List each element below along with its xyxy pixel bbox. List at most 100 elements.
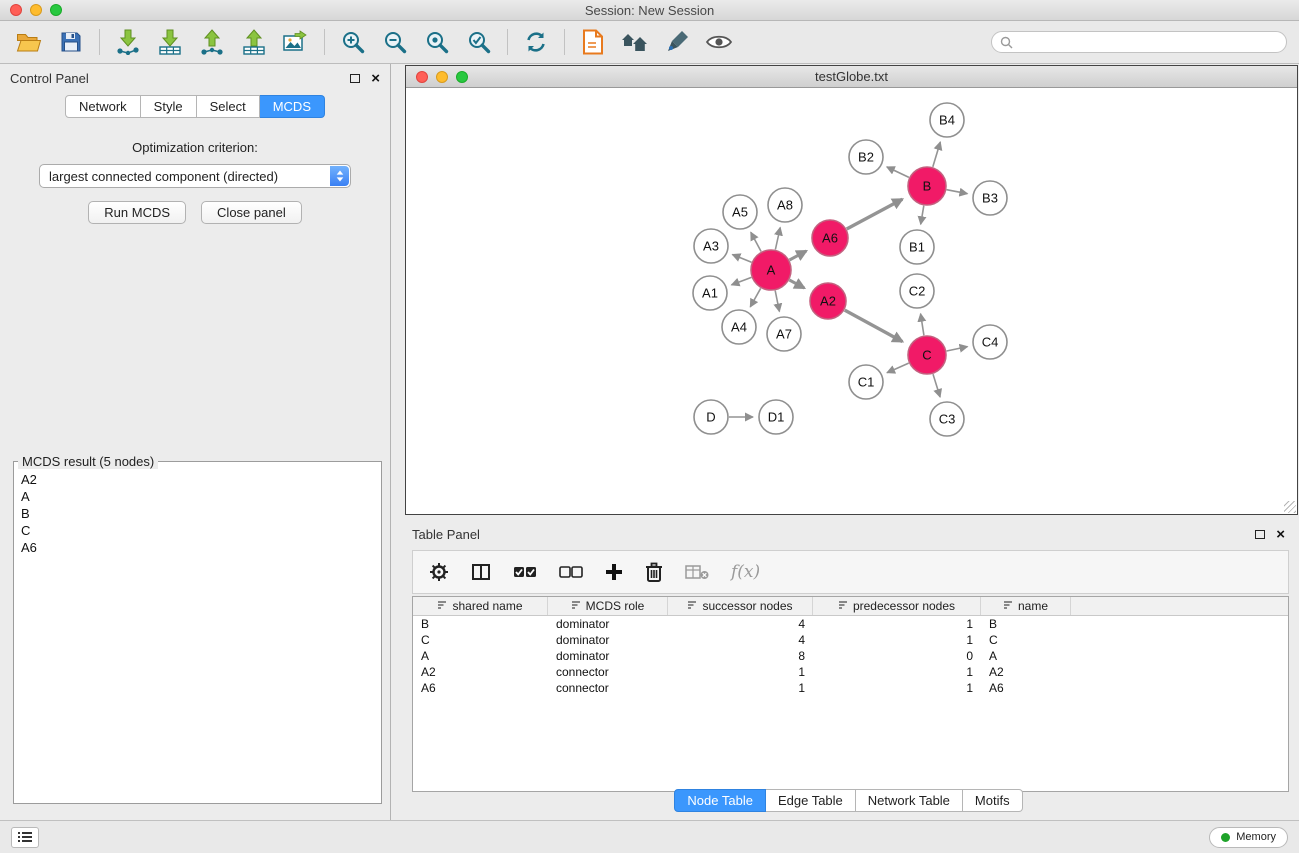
tab-edge-table[interactable]: Edge Table: [766, 789, 856, 812]
task-history-button[interactable]: [11, 827, 39, 848]
edge-C-C1[interactable]: [887, 363, 909, 373]
toolbar-search[interactable]: [991, 31, 1287, 53]
open-document-button[interactable]: [572, 24, 614, 60]
close-panel-button[interactable]: Close panel: [201, 201, 302, 224]
table-cell[interactable]: B: [981, 617, 1071, 631]
table-cell[interactable]: A2: [981, 665, 1071, 679]
node-A6[interactable]: A6: [812, 220, 848, 256]
node-C1[interactable]: C1: [849, 365, 883, 399]
mcds-result-item[interactable]: C: [14, 522, 381, 539]
export-table-button[interactable]: [233, 24, 275, 60]
edge-A-A8[interactable]: [775, 228, 780, 250]
table-settings-button[interactable]: [429, 562, 449, 582]
maximize-window-button[interactable]: [50, 4, 62, 16]
edge-B-B1[interactable]: [921, 206, 924, 225]
style-pen-button[interactable]: [656, 24, 698, 60]
import-table-button[interactable]: [149, 24, 191, 60]
search-input[interactable]: [1018, 35, 1278, 49]
node-C[interactable]: C: [908, 336, 946, 374]
mcds-result-item[interactable]: B: [14, 505, 381, 522]
table-cell[interactable]: 8: [668, 649, 813, 663]
table-cell[interactable]: 1: [813, 617, 981, 631]
zoom-selected-button[interactable]: [458, 24, 500, 60]
minimize-window-button[interactable]: [30, 4, 42, 16]
close-network-window-button[interactable]: [416, 71, 428, 83]
add-column-button[interactable]: [605, 563, 623, 581]
edge-A6-B[interactable]: [847, 199, 903, 229]
table-cell[interactable]: A6: [981, 681, 1071, 695]
edge-A-A4[interactable]: [750, 288, 760, 307]
delete-table-button[interactable]: [685, 564, 709, 580]
close-table-panel-icon[interactable]: ×: [1276, 527, 1285, 542]
table-row[interactable]: A2connector11A2: [413, 664, 1288, 680]
table-cell[interactable]: A: [413, 649, 548, 663]
close-window-button[interactable]: [10, 4, 22, 16]
deselect-all-button[interactable]: [559, 565, 583, 579]
node-B[interactable]: B: [908, 167, 946, 205]
node-A7[interactable]: A7: [767, 317, 801, 351]
zoom-out-button[interactable]: [374, 24, 416, 60]
node-B2[interactable]: B2: [849, 140, 883, 174]
open-session-button[interactable]: [8, 24, 50, 60]
network-canvas[interactable]: AA6A2BCB4B2B3B1A5A8A3A1A4A7C2C4C1C3DD1: [406, 88, 1297, 514]
zoom-in-button[interactable]: [332, 24, 374, 60]
node-C3[interactable]: C3: [930, 402, 964, 436]
minimize-network-window-button[interactable]: [436, 71, 448, 83]
table-cell[interactable]: dominator: [548, 617, 668, 631]
run-mcds-button[interactable]: Run MCDS: [88, 201, 186, 224]
table-cell[interactable]: connector: [548, 681, 668, 695]
tab-mcds[interactable]: MCDS: [260, 95, 325, 118]
column-header-shared-name[interactable]: shared name: [413, 597, 548, 615]
node-B4[interactable]: B4: [930, 103, 964, 137]
column-header-successor-nodes[interactable]: successor nodes: [668, 597, 813, 615]
export-image-button[interactable]: [275, 24, 317, 60]
table-cell[interactable]: C: [981, 633, 1071, 647]
edge-C-C3[interactable]: [933, 374, 940, 397]
tab-network[interactable]: Network: [65, 95, 141, 118]
table-cell[interactable]: connector: [548, 665, 668, 679]
table-cell[interactable]: 1: [813, 681, 981, 695]
edge-A-A1[interactable]: [732, 277, 752, 285]
delete-column-button[interactable]: [645, 562, 663, 582]
node-A1[interactable]: A1: [693, 276, 727, 310]
memory-button[interactable]: Memory: [1209, 827, 1288, 848]
table-cell[interactable]: 0: [813, 649, 981, 663]
node-A8[interactable]: A8: [768, 188, 802, 222]
show-columns-button[interactable]: [471, 562, 491, 582]
tab-node-table[interactable]: Node Table: [674, 789, 766, 812]
node-B1[interactable]: B1: [900, 230, 934, 264]
resize-grip[interactable]: [1284, 501, 1296, 513]
mcds-result-item[interactable]: A: [14, 488, 381, 505]
table-cell[interactable]: 1: [813, 665, 981, 679]
node-C2[interactable]: C2: [900, 274, 934, 308]
close-panel-icon[interactable]: ×: [371, 71, 380, 86]
table-cell[interactable]: A6: [413, 681, 548, 695]
show-hide-button[interactable]: [698, 24, 740, 60]
column-header-name[interactable]: name: [981, 597, 1071, 615]
network-window-titlebar[interactable]: testGlobe.txt: [406, 66, 1297, 88]
table-row[interactable]: A6connector11A6: [413, 680, 1288, 696]
refresh-view-button[interactable]: [515, 24, 557, 60]
node-A2[interactable]: A2: [810, 283, 846, 319]
edge-A-A5[interactable]: [751, 232, 761, 251]
tab-select[interactable]: Select: [197, 95, 260, 118]
mcds-result-item[interactable]: A6: [14, 539, 381, 556]
zoom-fit-button[interactable]: [416, 24, 458, 60]
table-cell[interactable]: B: [413, 617, 548, 631]
table-cell[interactable]: 4: [668, 633, 813, 647]
table-cell[interactable]: 1: [668, 665, 813, 679]
float-panel-icon[interactable]: [350, 74, 360, 83]
table-cell[interactable]: C: [413, 633, 548, 647]
table-cell[interactable]: 1: [668, 681, 813, 695]
node-D[interactable]: D: [694, 400, 728, 434]
edge-C-C2[interactable]: [921, 314, 924, 336]
table-row[interactable]: Cdominator41C: [413, 632, 1288, 648]
save-session-button[interactable]: [50, 24, 92, 60]
table-row[interactable]: Adominator80A: [413, 648, 1288, 664]
table-cell[interactable]: A2: [413, 665, 548, 679]
edge-B-B3[interactable]: [947, 190, 968, 194]
network-canvas-svg[interactable]: AA6A2BCB4B2B3B1A5A8A3A1A4A7C2C4C1C3DD1: [406, 88, 1297, 514]
edge-A-A7[interactable]: [775, 291, 779, 312]
maximize-network-window-button[interactable]: [456, 71, 468, 83]
optimization-criterion-select[interactable]: largest connected component (directed): [39, 164, 351, 188]
